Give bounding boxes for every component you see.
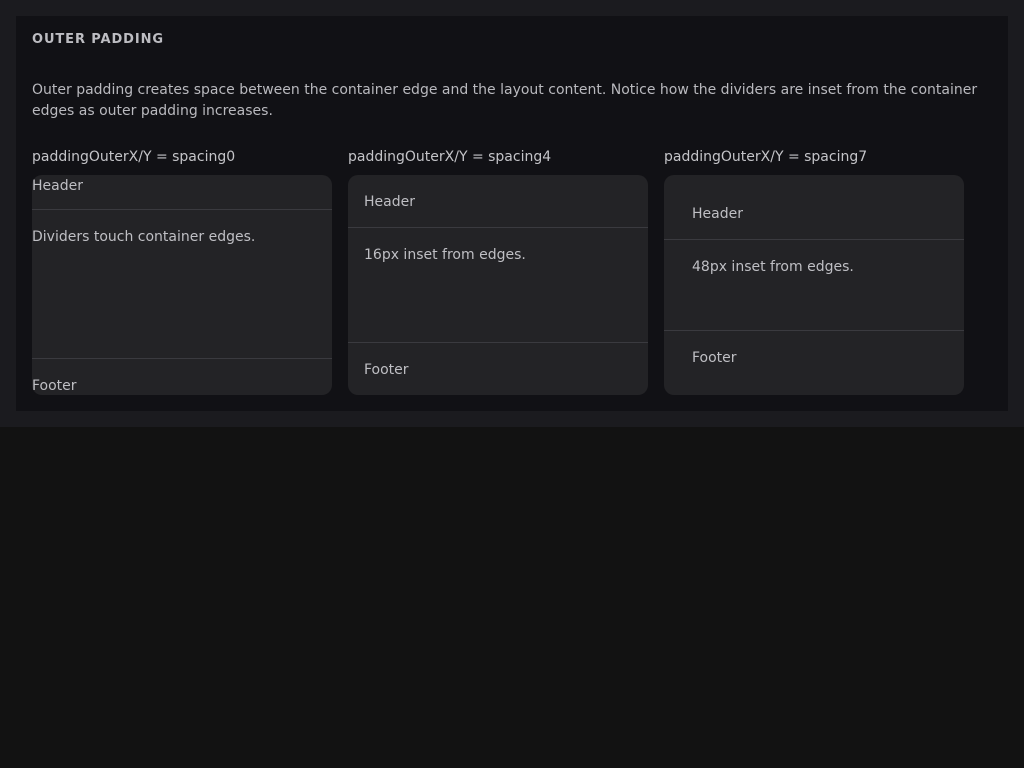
layout-content: Header 48px inset from edges. Footer — [664, 203, 964, 367]
outer-padding-section: OUTER PADDING Outer padding creates spac… — [16, 16, 1008, 411]
section-title: OUTER PADDING — [32, 32, 164, 47]
layout-card: Header 48px inset from edges. Footer — [664, 175, 964, 395]
example-label: paddingOuterX/Y = spacing7 — [664, 149, 868, 165]
card-body: 16px inset from edges. — [364, 247, 526, 263]
card-header: Header — [32, 178, 83, 194]
card-body: Dividers touch container edges. — [32, 229, 256, 245]
card-header: Header — [364, 194, 415, 210]
layout-content: Header Dividers touch container edges. F… — [32, 175, 332, 395]
layout-card: Header Dividers touch container edges. F… — [32, 175, 332, 395]
card-footer: Footer — [32, 378, 77, 394]
card-header: Header — [692, 206, 743, 222]
layout-card: Header 16px inset from edges. Footer — [348, 175, 648, 395]
card-body: 48px inset from edges. — [692, 259, 854, 275]
card-footer: Footer — [692, 350, 737, 366]
example-label: paddingOuterX/Y = spacing4 — [348, 149, 552, 165]
layout-content: Header 16px inset from edges. Footer — [348, 191, 648, 379]
card-footer: Footer — [364, 362, 409, 378]
example-label: paddingOuterX/Y = spacing0 — [32, 149, 236, 165]
section-description: Outer padding creates space between the … — [32, 82, 978, 119]
